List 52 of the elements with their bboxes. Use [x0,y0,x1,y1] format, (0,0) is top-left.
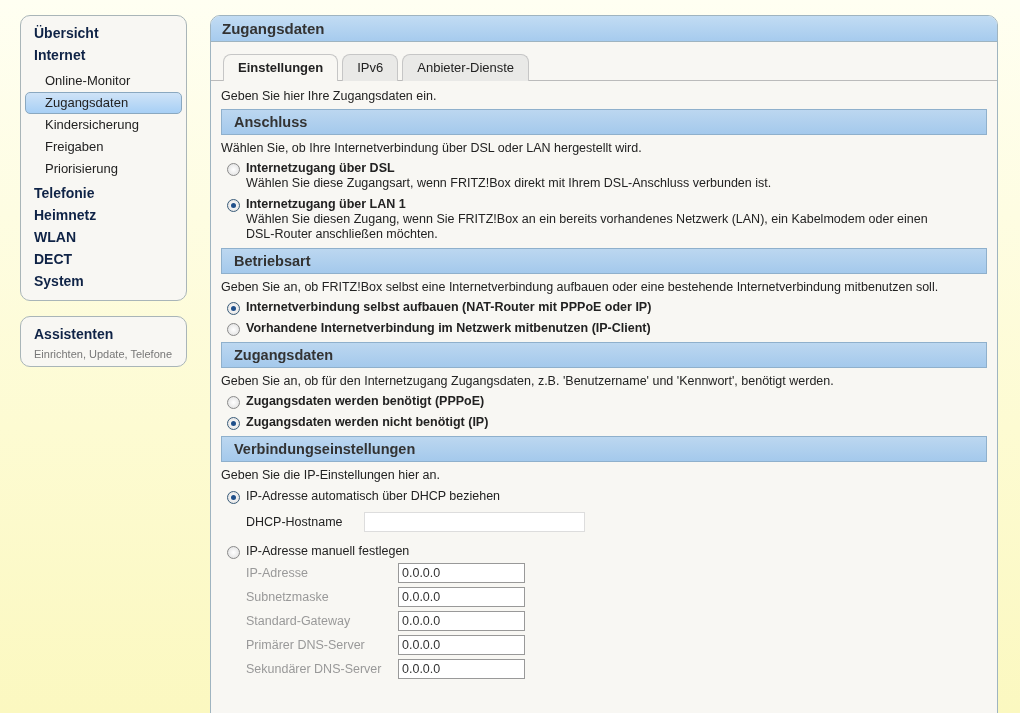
radio-button[interactable] [227,199,240,212]
assistant-subtitle: Einrichten, Update, Telefone [33,347,173,360]
section-description: Wählen Sie, ob Ihre Internetverbindung über DSL oder LAN hergestellt wird. [221,140,643,156]
option-label: Zugangsdaten werden benötigt (PPPoE) [246,394,485,409]
submenu-item[interactable]: Priorisierung [25,158,182,180]
section-description: Geben Sie an, ob für den Internetzugang Zugangsdaten, z.B. 'Benutzername' und 'Kennwort', benötigt werden. [221,373,835,389]
option-label: Vorhandene Internetverbindung im Netzwerk mitbenutzen (IP-Client) [246,321,651,336]
tab[interactable]: Anbieter-Dienste [402,54,530,81]
radio-button[interactable] [227,546,240,559]
menu-item[interactable]: Übersicht [25,22,182,44]
field-label: IP-Adresse [246,566,309,580]
field-label: Subnetzmaske [246,590,330,604]
option-label: Internetzugang über LAN 1 [246,197,407,212]
option-label: Zugangsdaten werden nicht benötigt (IP) [246,415,489,430]
option-label: IP-Adresse manuell festlegen [246,544,410,559]
option-label: Internetverbindung selbst aufbauen (NAT-Router mit PPPoE oder IP) [246,300,652,315]
submenu-item[interactable]: Online-Monitor [25,70,182,92]
menu-item[interactable]: DECT [25,248,182,270]
menu-item[interactable]: Telefonie [25,182,182,204]
field-label: Sekundärer DNS-Server [246,662,383,676]
section-header: Betriebsart [221,248,987,274]
section-header: Anschluss [221,109,987,135]
option-label: Internetzugang über DSL [246,161,396,176]
tab[interactable]: IPv6 [342,54,399,81]
menu-item[interactable]: System [25,270,182,292]
panel-title: Zugangsdaten [211,16,997,42]
radio-button[interactable] [227,323,240,336]
option-description: Wählen Sie diesen Zugang, wenn Sie FRITZ!Box an ein bereits vorhandenes Netzwerk (LAN), ein Kabelmodem oder einen DSL-Router anschließen möchten. [246,212,929,242]
text-field[interactable] [364,512,585,532]
section-description: Geben Sie an, ob FRITZ!Box selbst eine Internetverbindung aufbauen oder eine bestehende Internetverbindung mitbenutzen soll. [221,279,940,295]
option-label: IP-Adresse automatisch über DHCP beziehen [246,489,501,504]
radio-button[interactable] [227,396,240,409]
radio-button[interactable] [227,302,240,315]
menu-item[interactable]: WLAN [25,226,182,248]
field-label: Primärer DNS-Server [246,638,366,652]
section-header: Zugangsdaten [221,342,987,368]
radio-button[interactable] [227,417,240,430]
radio-button[interactable] [227,491,240,504]
section-description: Geben Sie die IP-Einstellungen hier an. [221,467,441,483]
menu-item[interactable]: Internet [25,44,182,66]
radio-button[interactable] [227,163,240,176]
menu-item[interactable]: Heimnetz [25,204,182,226]
intro-text: Geben Sie hier Ihre Zugangsdaten ein. [221,88,438,104]
submenu-item[interactable]: Zugangsdaten [25,92,182,114]
assistant-title[interactable]: Assistenten [25,323,182,345]
submenu-item[interactable]: Freigaben [25,136,182,158]
section-header: Verbindungseinstellungen [221,436,987,462]
submenu-item[interactable]: Kindersicherung [25,114,182,136]
field-label: Standard-Gateway [246,614,352,628]
option-description: Wählen Sie diese Zugangsart, wenn FRITZ!Box direkt mit Ihrem DSL-Anschluss verbunden ist. [246,176,772,191]
tab[interactable]: Einstellungen [223,54,339,81]
field-label: DHCP-Hostname [246,515,344,529]
